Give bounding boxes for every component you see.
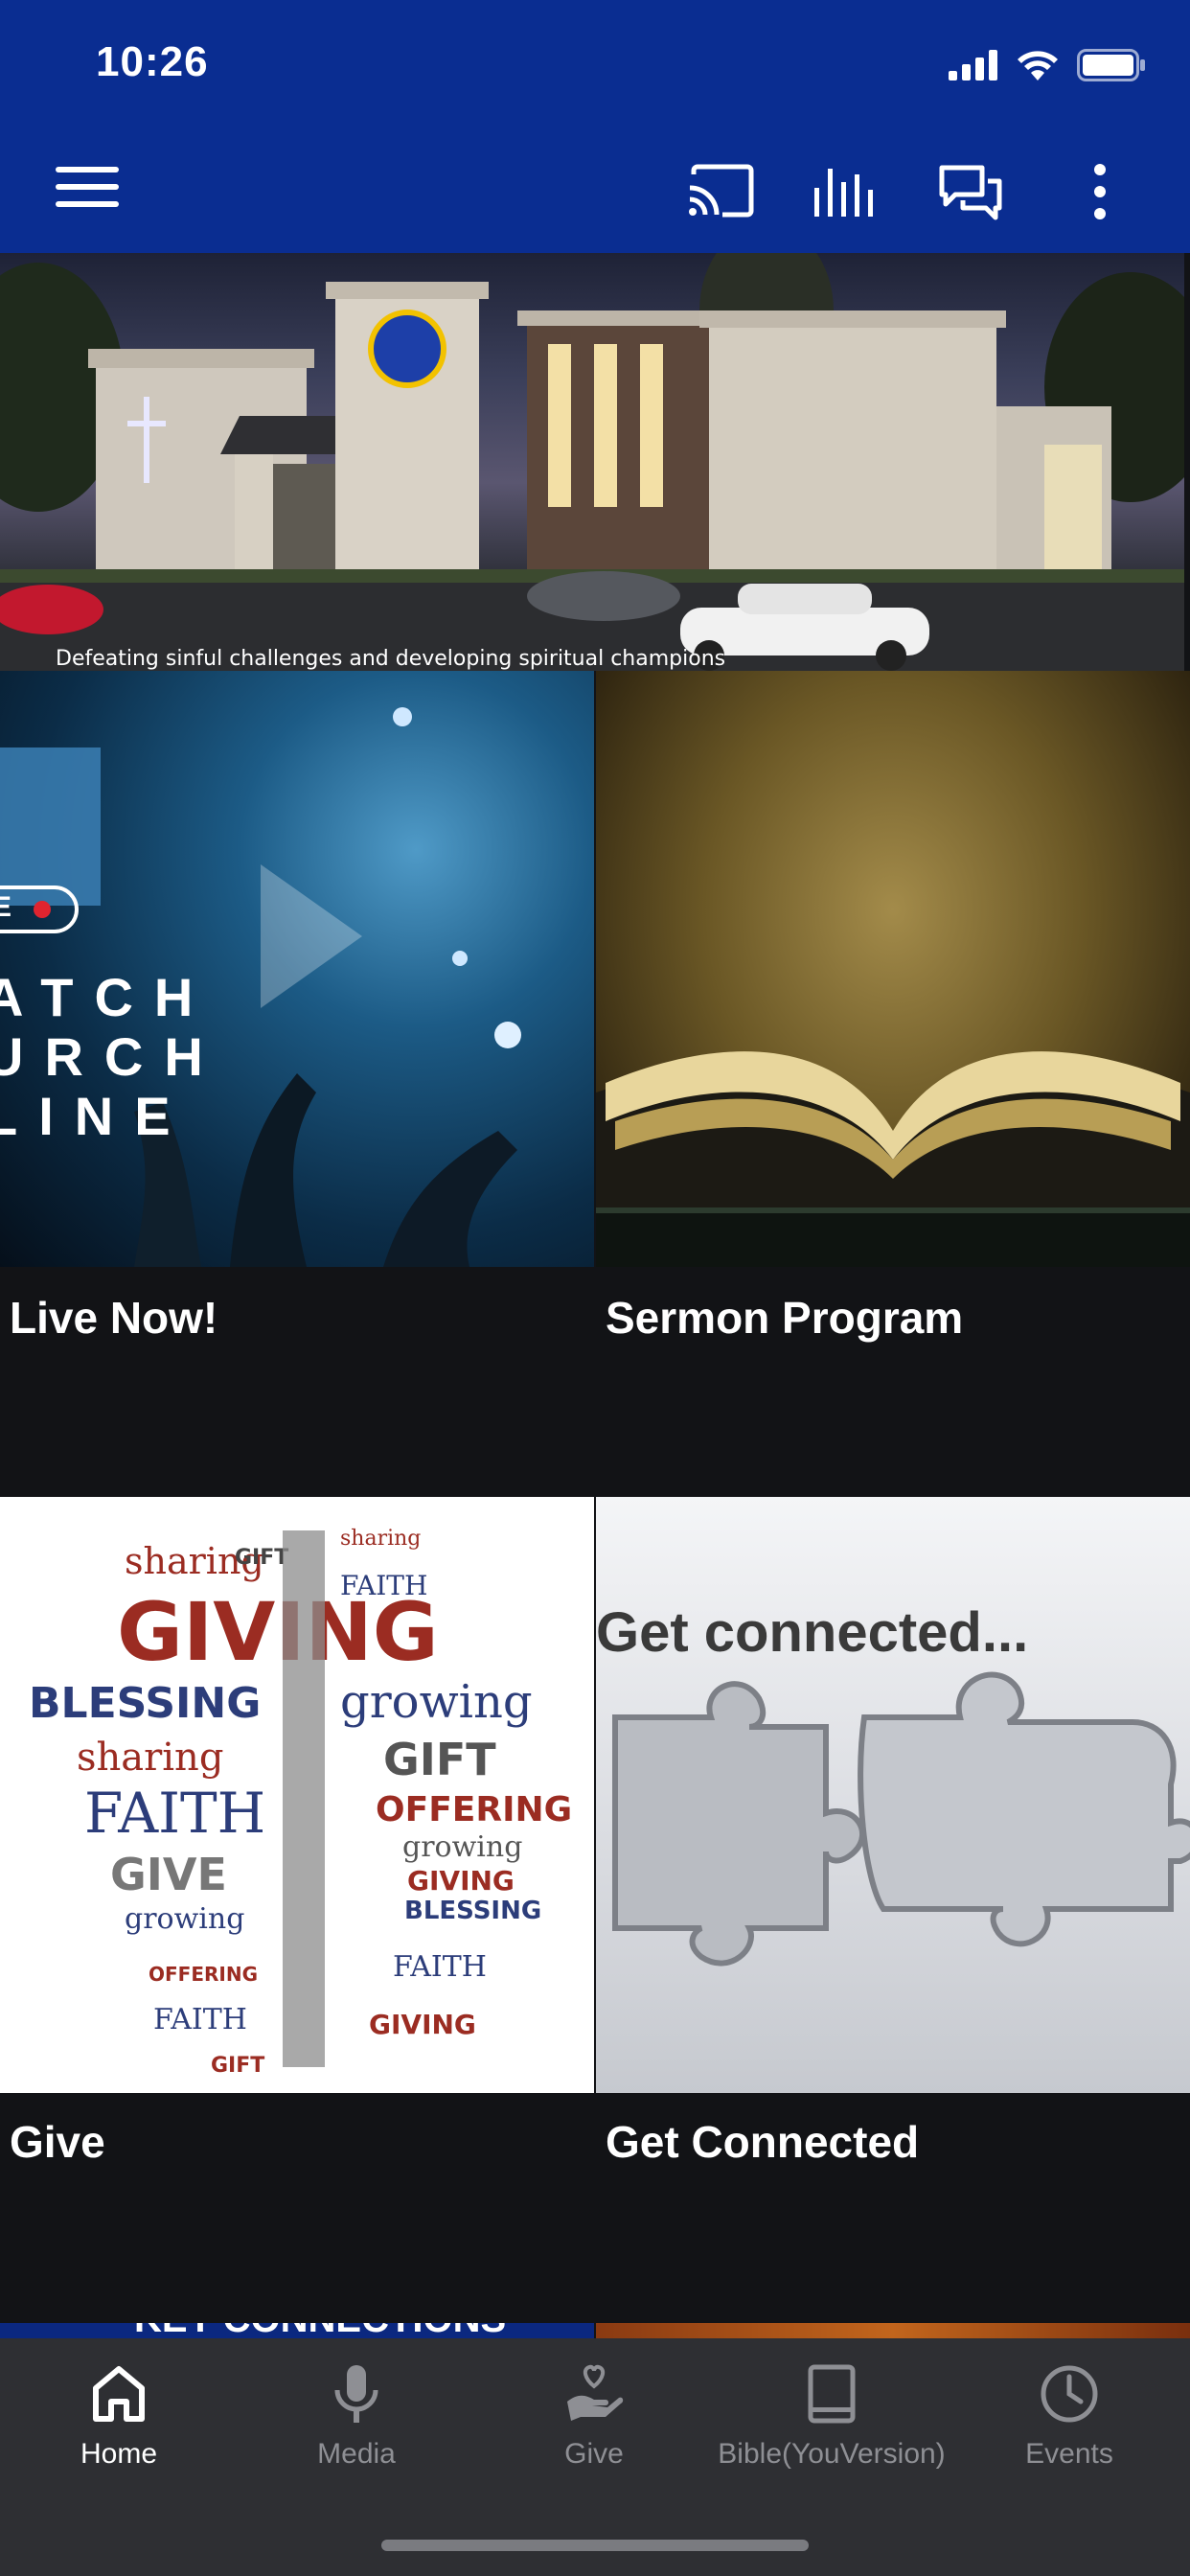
cast-icon (689, 164, 754, 218)
svg-text:GIFT: GIFT (383, 1734, 496, 1785)
svg-text:BLESSING: BLESSING (404, 1897, 541, 1925)
giving-word: GIVING (117, 1585, 439, 1679)
home-icon (93, 2366, 145, 2422)
nav-home[interactable]: Home (0, 2348, 238, 2482)
get-connected-tile-image[interactable] (596, 1497, 1190, 2093)
svg-text:GIFT: GIFT (235, 1546, 288, 1570)
nav-give[interactable]: Give (475, 2348, 713, 2482)
image-caption-line: ATCH (0, 967, 215, 1027)
live-now-image-caption: ATCH URCH LINE (0, 968, 249, 1146)
audio-bars-icon (814, 169, 873, 217)
microphone-icon (334, 2365, 378, 2423)
church-building-illustration (0, 253, 1184, 671)
nav-bible[interactable]: Bible(YouVersion) (713, 2348, 950, 2482)
cellular-signal-icon (949, 50, 997, 80)
svg-text:FAITH: FAITH (153, 2003, 247, 2036)
church-banner-image[interactable] (0, 253, 1184, 671)
svg-text:growing: growing (340, 1675, 533, 1729)
chat-button[interactable] (933, 153, 1010, 230)
svg-text:GIFT: GIFT (211, 2054, 264, 2078)
sermon-program-label[interactable]: Sermon Program (606, 1292, 963, 1344)
nav-home-label: Home (80, 2438, 158, 2470)
giving-word-cloud: sharing GIFT sharing FAITH GIVING BLESSI… (29, 1527, 572, 2078)
svg-text:OFFERING: OFFERING (149, 1963, 258, 1986)
image-caption-line: LINE (0, 1086, 192, 1146)
puzzle-pieces-illustration (612, 1671, 1190, 1966)
book-icon (808, 2364, 856, 2424)
status-icons (949, 46, 1146, 84)
sermon-program-tile-image[interactable] (596, 671, 1190, 1267)
nav-media-label: Media (317, 2438, 396, 2470)
menu-button[interactable] (56, 163, 123, 211)
nav-give-label: Give (564, 2438, 624, 2470)
get-connected-label[interactable]: Get Connected (606, 2116, 919, 2168)
nav-bible-label: Bible(YouVersion) (718, 2438, 946, 2470)
nav-events-label: Events (1025, 2438, 1113, 2470)
svg-text:growing: growing (402, 1830, 522, 1864)
more-options-button[interactable] (1062, 153, 1138, 230)
svg-text:growing: growing (125, 1902, 244, 1936)
svg-text:OFFERING: OFFERING (376, 1790, 572, 1829)
svg-text:FAITH: FAITH (393, 1950, 487, 1984)
battery-icon (1077, 49, 1145, 81)
svg-text:FAITH: FAITH (84, 1781, 265, 1846)
svg-text:sharing: sharing (77, 1736, 223, 1780)
svg-text:BLESSING: BLESSING (29, 1679, 261, 1728)
live-now-label[interactable]: Live Now! (10, 1292, 217, 1344)
get-connected-image-text: Get connected... (596, 1601, 1029, 1664)
open-bible-illustration (596, 1051, 1190, 1267)
more-vert-icon (1094, 164, 1106, 219)
svg-text:GIVING: GIVING (407, 1865, 515, 1897)
clock-icon (1041, 2365, 1098, 2423)
chat-icon (939, 165, 1002, 220)
svg-text:sharing: sharing (340, 1527, 421, 1551)
nav-media[interactable]: Media (238, 2348, 475, 2482)
svg-text:GIVING: GIVING (369, 2009, 476, 2040)
audio-button[interactable] (807, 153, 883, 230)
give-label[interactable]: Give (10, 2116, 105, 2168)
wifi-icon (1018, 51, 1058, 80)
give-tile-image[interactable]: sharing GIFT sharing FAITH GIVING BLESSI… (0, 1497, 594, 2093)
cast-button[interactable] (682, 153, 759, 230)
home-indicator (381, 2540, 809, 2551)
live-badge-text: E (0, 891, 12, 923)
svg-text:GIVE: GIVE (110, 1849, 227, 1900)
banner-tagline: Defeating sinful challenges and developi… (56, 647, 726, 671)
status-time: 10:26 (96, 38, 209, 85)
image-caption-line: URCH (0, 1026, 224, 1087)
give-hand-heart-icon (567, 2364, 624, 2421)
nav-events[interactable]: Events (950, 2348, 1188, 2482)
